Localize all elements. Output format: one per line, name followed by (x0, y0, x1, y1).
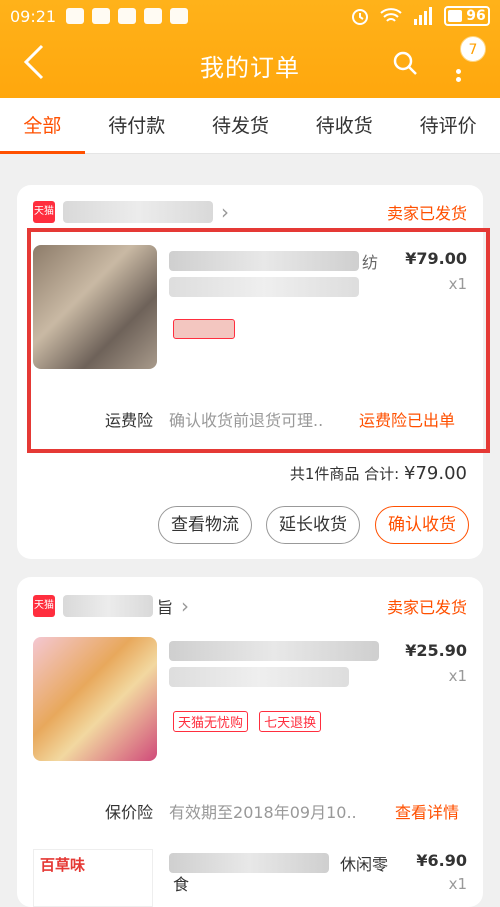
insurance-action-link[interactable]: 查看详情 (395, 799, 459, 823)
product-price: ¥79.00 (405, 249, 467, 268)
summary-prefix: 共1件商品 合计: (289, 465, 400, 483)
tab-pending-review[interactable]: 待评价 (416, 98, 481, 154)
order-summary: 共1件商品 合计: ¥79.00 (290, 463, 467, 484)
product-thumbnail[interactable] (33, 637, 157, 761)
tmall-badge: 天猫 (33, 595, 55, 617)
more-menu-button[interactable] (456, 66, 466, 96)
battery-indicator: 96 (444, 6, 490, 26)
shop-name-fragment: 旨 (157, 598, 174, 617)
order-status: 卖家已发货 (386, 204, 467, 223)
product-price: ¥25.90 (405, 641, 467, 660)
dot-icon (456, 77, 461, 82)
product-title-blurred[interactable] (169, 251, 359, 271)
tab-pending-shipment[interactable]: 待发货 (208, 98, 273, 154)
chevron-right-icon: › (181, 594, 190, 618)
order-status: 卖家已发货 (386, 598, 467, 617)
view-logistics-button[interactable]: 查看物流 (158, 506, 252, 544)
insurance-label: 保价险 (105, 803, 154, 822)
notification-icons (66, 8, 189, 24)
message-icon (144, 8, 163, 24)
image-icon (118, 8, 137, 24)
extend-receipt-button[interactable]: 延长收货 (266, 506, 360, 544)
insurance-text: 有效期至2018年09月10.. (169, 803, 357, 822)
product-quantity: x1 (448, 667, 467, 685)
navigation-bar: 我的订单 7 (0, 36, 500, 94)
order-card: 天猫 旨 › 卖家已发货 天猫无忧购 七天退换 ¥25.90 x1 保价险 有效… (17, 577, 483, 907)
order-tabs: 全部 待付款 待发货 待收货 待评价 (0, 98, 500, 154)
tmall-badge: 天猫 (33, 201, 55, 223)
wifi-icon (380, 8, 402, 22)
app-header: 09:21 96 我的订单 7 (0, 0, 500, 98)
chevron-right-icon: › (221, 200, 229, 224)
upload-icon (92, 8, 111, 24)
chat-icon (66, 8, 85, 24)
product-thumbnail[interactable] (33, 245, 157, 369)
product-price: ¥6.90 (416, 851, 467, 870)
shop-row[interactable]: 天猫 › 卖家已发货 (33, 197, 467, 227)
signal-icon (414, 7, 432, 25)
summary-total: ¥79.00 (404, 463, 467, 484)
search-icon (393, 51, 417, 75)
order-card: 天猫 › 卖家已发货 纺 ¥79.00 x1 运费险 确认收货前退货可理.. 运… (17, 185, 483, 559)
status-right: 96 (350, 6, 490, 26)
tag-tmall-worry-free: 天猫无忧购 (173, 711, 249, 732)
product-title-fragment-2: 食 (173, 875, 190, 894)
status-time: 09:21 (10, 6, 57, 26)
dot-icon (456, 69, 461, 74)
confirm-receipt-button[interactable]: 确认收货 (375, 506, 469, 544)
product-thumbnail[interactable]: 百草味 (33, 849, 153, 907)
product-title-fragment: 纺 (362, 253, 379, 272)
message-count-badge: 7 (460, 36, 486, 62)
product-title-blurred[interactable] (169, 853, 329, 873)
product-tag (173, 319, 235, 339)
product-tags: 天猫无忧购 七天退换 (173, 711, 327, 732)
shop-name-blurred[interactable] (63, 595, 153, 617)
insurance-action-link[interactable]: 运费险已出单 (359, 407, 455, 431)
shop-name-blurred[interactable] (63, 201, 213, 223)
product-title-blurred[interactable] (169, 641, 379, 661)
tab-all[interactable]: 全部 (0, 98, 86, 154)
product-quantity: x1 (448, 275, 467, 293)
product-quantity: x1 (448, 875, 467, 893)
brand-logo: 百草味 (40, 856, 86, 874)
page-title: 我的订单 (200, 54, 300, 82)
insurance-label: 运费险 (105, 411, 154, 430)
insurance-row: 运费险 确认收货前退货可理.. (105, 407, 323, 431)
tab-pending-receipt[interactable]: 待收货 (312, 98, 377, 154)
insurance-text: 确认收货前退货可理.. (169, 411, 324, 430)
product-title-blurred-2 (169, 667, 349, 687)
shop-row[interactable]: 天猫 旨 › 卖家已发货 (33, 591, 467, 621)
product-title-blurred-2 (169, 277, 359, 297)
status-bar: 09:21 96 (0, 0, 500, 32)
product-title-fragment: 休闲零 (340, 855, 389, 874)
alarm-icon (352, 9, 368, 25)
tag-seven-day-return: 七天退换 (259, 711, 322, 732)
search-button[interactable] (392, 50, 418, 76)
bus-icon (170, 8, 189, 24)
tab-pending-payment[interactable]: 待付款 (104, 98, 169, 154)
insurance-row: 保价险 有效期至2018年09月10.. (105, 799, 357, 823)
